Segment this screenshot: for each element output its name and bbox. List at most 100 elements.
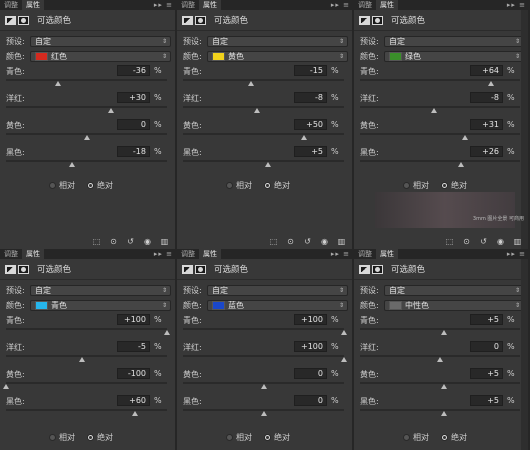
black-slider-thumb[interactable] [131, 411, 138, 416]
cyan-value-input[interactable]: +100 [117, 314, 150, 325]
cyan-slider-thumb[interactable] [248, 81, 255, 86]
cyan-slider-thumb[interactable] [341, 330, 347, 335]
color-dropdown[interactable]: 黄色 ⇕ [207, 50, 348, 62]
cyan-slider-thumb[interactable] [488, 81, 495, 86]
yellow-value-input[interactable]: +5 [470, 368, 503, 379]
yellow-slider-thumb[interactable] [3, 384, 9, 389]
black-value-input[interactable]: -18 [117, 146, 150, 157]
radio-relative[interactable]: 相对 [403, 180, 429, 191]
cyan-slider-track[interactable] [183, 79, 344, 81]
color-dropdown[interactable]: 青色 ⇕ [30, 299, 171, 311]
radio-relative-button[interactable] [226, 182, 233, 189]
magenta-slider-thumb[interactable] [430, 108, 437, 113]
yellow-slider-thumb[interactable] [441, 384, 447, 389]
yellow-slider-track[interactable] [360, 382, 520, 384]
black-value-input[interactable]: +5 [294, 146, 327, 157]
black-slider-track[interactable] [6, 409, 167, 411]
tab-properties[interactable]: 属性 [376, 0, 398, 10]
black-slider-thumb[interactable] [264, 162, 271, 167]
radio-absolute-button[interactable] [441, 434, 448, 441]
yellow-slider-thumb[interactable] [83, 135, 90, 140]
color-dropdown[interactable]: 绿色 ⇕ [384, 50, 524, 62]
magenta-value-input[interactable]: +30 [117, 92, 150, 103]
black-value-input[interactable]: +60 [117, 395, 150, 406]
cyan-slider-track[interactable] [6, 328, 167, 330]
magenta-value-input[interactable]: +100 [294, 341, 327, 352]
clip-icon[interactable]: ⬚ [268, 237, 279, 246]
layer-mask-icon[interactable] [195, 15, 206, 25]
cyan-slider-track[interactable] [183, 328, 344, 330]
yellow-slider-thumb[interactable] [260, 384, 267, 389]
yellow-value-input[interactable]: 0 [294, 368, 327, 379]
tab-adjust[interactable]: 调整 [177, 249, 199, 259]
black-slider-thumb[interactable] [457, 162, 464, 167]
cyan-value-input[interactable]: -36 [117, 65, 150, 76]
layer-mask-icon[interactable] [195, 264, 206, 274]
layer-mask-icon[interactable] [372, 15, 383, 25]
magenta-slider-track[interactable] [183, 355, 344, 357]
visibility-icon[interactable]: ◉ [142, 237, 153, 246]
yellow-slider-track[interactable] [360, 133, 520, 135]
visibility-icon[interactable]: ◉ [319, 237, 330, 246]
radio-absolute-button[interactable] [87, 434, 94, 441]
tab-properties[interactable]: 属性 [22, 249, 44, 259]
layer-mask-icon[interactable] [372, 264, 383, 274]
radio-relative[interactable]: 相对 [226, 432, 252, 443]
reset-icon[interactable]: ↺ [302, 237, 313, 246]
magenta-slider-thumb[interactable] [254, 108, 261, 113]
panel-menu-icon[interactable]: ▸▸ ≡ [154, 0, 173, 10]
black-value-input[interactable]: 0 [294, 395, 327, 406]
color-dropdown[interactable]: 中性色 ⇕ [384, 299, 524, 311]
tab-properties[interactable]: 属性 [199, 249, 221, 259]
clip-icon[interactable]: ⬚ [91, 237, 102, 246]
cyan-slider-thumb[interactable] [441, 330, 447, 335]
magenta-slider-track[interactable] [183, 106, 344, 108]
scrollbar[interactable] [521, 10, 528, 249]
black-slider-thumb[interactable] [260, 411, 267, 416]
tab-adjust[interactable]: 调整 [177, 0, 199, 10]
magenta-slider-thumb[interactable] [437, 357, 443, 362]
radio-relative-button[interactable] [49, 434, 56, 441]
radio-absolute-button[interactable] [264, 434, 271, 441]
layer-mask-icon[interactable] [18, 15, 29, 25]
eye-cycle-icon[interactable]: ⊙ [285, 237, 296, 246]
black-slider-track[interactable] [6, 160, 167, 162]
cyan-value-input[interactable]: +64 [470, 65, 503, 76]
magenta-slider-track[interactable] [6, 355, 167, 357]
panel-menu-icon[interactable]: ▸▸ ≡ [154, 249, 173, 259]
cyan-slider-thumb[interactable] [54, 81, 61, 86]
yellow-slider-thumb[interactable] [300, 135, 307, 140]
trash-icon[interactable]: ▥ [336, 237, 347, 246]
eye-cycle-icon[interactable]: ⊙ [461, 237, 472, 246]
panel-menu-icon[interactable]: ▸▸ ≡ [331, 249, 350, 259]
panel-menu-icon[interactable]: ▸▸ ≡ [507, 249, 526, 259]
radio-relative-button[interactable] [403, 434, 410, 441]
radio-absolute[interactable]: 绝对 [264, 432, 290, 443]
black-slider-track[interactable] [360, 160, 520, 162]
panel-menu-icon[interactable]: ▸▸ ≡ [331, 0, 350, 10]
magenta-value-input[interactable]: 0 [470, 341, 503, 352]
tab-adjust[interactable]: 调整 [0, 0, 22, 10]
eye-cycle-icon[interactable]: ⊙ [108, 237, 119, 246]
preset-dropdown[interactable]: 自定 ⇕ [384, 35, 524, 47]
yellow-value-input[interactable]: -100 [117, 368, 150, 379]
yellow-slider-thumb[interactable] [461, 135, 468, 140]
black-slider-thumb[interactable] [441, 411, 447, 416]
preset-dropdown[interactable]: 自定 ⇕ [207, 284, 348, 296]
visibility-icon[interactable]: ◉ [495, 237, 506, 246]
reset-icon[interactable]: ↺ [478, 237, 489, 246]
yellow-value-input[interactable]: +50 [294, 119, 327, 130]
radio-relative[interactable]: 相对 [49, 432, 75, 443]
radio-absolute[interactable]: 绝对 [264, 180, 290, 191]
cyan-value-input[interactable]: -15 [294, 65, 327, 76]
tab-adjust[interactable]: 调整 [0, 249, 22, 259]
cyan-value-input[interactable]: +5 [470, 314, 503, 325]
tab-properties[interactable]: 属性 [199, 0, 221, 10]
radio-absolute-button[interactable] [264, 182, 271, 189]
magenta-slider-track[interactable] [360, 106, 520, 108]
cyan-slider-track[interactable] [6, 79, 167, 81]
radio-relative-button[interactable] [403, 182, 410, 189]
radio-relative[interactable]: 相对 [49, 180, 75, 191]
color-dropdown[interactable]: 蓝色 ⇕ [207, 299, 348, 311]
preset-dropdown[interactable]: 自定 ⇕ [207, 35, 348, 47]
